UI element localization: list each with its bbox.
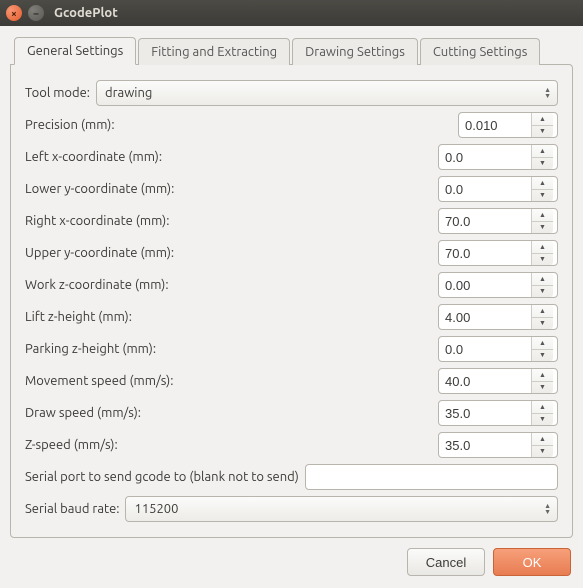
label-lift-z: Lift z-height (mm): — [25, 310, 132, 324]
cancel-label: Cancel — [426, 555, 466, 570]
chevron-updown-icon: ▲▼ — [544, 87, 551, 99]
spin-up-icon[interactable]: ▲ — [532, 241, 553, 254]
move-speed-spinner[interactable]: ▲▼ — [438, 368, 558, 394]
spin-up-icon[interactable]: ▲ — [532, 113, 553, 126]
spin-up-icon[interactable]: ▲ — [532, 273, 553, 286]
ok-button[interactable]: OK — [493, 548, 571, 576]
spin-down-icon[interactable]: ▼ — [532, 190, 553, 202]
row-draw-speed: Draw speed (mm/s): ▲▼ — [25, 397, 558, 429]
z-speed-input[interactable] — [439, 433, 531, 457]
spin-down-icon[interactable]: ▼ — [532, 318, 553, 330]
label-parking-z: Parking z-height (mm): — [25, 342, 156, 356]
spin-up-icon[interactable]: ▲ — [532, 337, 553, 350]
upper-y-spinner[interactable]: ▲▼ — [438, 240, 558, 266]
label-lower-y: Lower y-coordinate (mm): — [25, 182, 174, 196]
lower-y-input[interactable] — [439, 177, 531, 201]
label-work-z: Work z-coordinate (mm): — [25, 278, 169, 292]
lift-z-input[interactable] — [439, 305, 531, 329]
label-serial-port: Serial port to send gcode to (blank not … — [25, 470, 299, 484]
label-baud-rate: Serial baud rate: — [25, 502, 119, 516]
label-draw-speed: Draw speed (mm/s): — [25, 406, 141, 420]
tab-panel-general: Tool mode: drawing ▲▼ Precision (mm): ▲▼… — [10, 64, 573, 538]
row-z-speed: Z-speed (mm/s): ▲▼ — [25, 429, 558, 461]
tab-general-settings[interactable]: General Settings — [14, 37, 136, 65]
minimize-icon[interactable]: – — [28, 5, 44, 21]
label-tool-mode: Tool mode: — [25, 86, 90, 100]
work-z-input[interactable] — [439, 273, 531, 297]
work-z-spinner[interactable]: ▲▼ — [438, 272, 558, 298]
row-left-x: Left x-coordinate (mm): ▲▼ — [25, 141, 558, 173]
spin-down-icon[interactable]: ▼ — [532, 158, 553, 170]
baud-rate-value: 115200 — [134, 502, 178, 516]
label-upper-y: Upper y-coordinate (mm): — [25, 246, 174, 260]
lift-z-spinner[interactable]: ▲▼ — [438, 304, 558, 330]
baud-rate-dropdown[interactable]: 115200 ▲▼ — [125, 496, 558, 522]
spin-down-icon[interactable]: ▼ — [532, 254, 553, 266]
spin-up-icon[interactable]: ▲ — [532, 369, 553, 382]
tab-fitting-extracting[interactable]: Fitting and Extracting — [138, 38, 290, 65]
tab-label: Drawing Settings — [305, 45, 405, 59]
right-x-input[interactable] — [439, 209, 531, 233]
row-right-x: Right x-coordinate (mm): ▲▼ — [25, 205, 558, 237]
label-precision: Precision (mm): — [25, 118, 115, 132]
left-x-input[interactable] — [439, 145, 531, 169]
row-parking-z: Parking z-height (mm): ▲▼ — [25, 333, 558, 365]
label-left-x: Left x-coordinate (mm): — [25, 150, 162, 164]
ok-label: OK — [523, 555, 542, 570]
tab-label: General Settings — [27, 44, 123, 58]
close-icon[interactable]: × — [6, 5, 22, 21]
spin-down-icon[interactable]: ▼ — [532, 382, 553, 394]
tab-drawing-settings[interactable]: Drawing Settings — [292, 38, 418, 65]
spin-down-icon[interactable]: ▼ — [532, 350, 553, 362]
chevron-updown-icon: ▲▼ — [544, 503, 551, 515]
lower-y-spinner[interactable]: ▲▼ — [438, 176, 558, 202]
spin-down-icon[interactable]: ▼ — [532, 414, 553, 426]
spin-down-icon[interactable]: ▼ — [532, 222, 553, 234]
tab-strip: General Settings Fitting and Extracting … — [14, 36, 573, 64]
row-serial-port: Serial port to send gcode to (blank not … — [25, 461, 558, 493]
cancel-button[interactable]: Cancel — [407, 548, 485, 576]
upper-y-input[interactable] — [439, 241, 531, 265]
spin-up-icon[interactable]: ▲ — [532, 401, 553, 414]
row-lift-z: Lift z-height (mm): ▲▼ — [25, 301, 558, 333]
row-precision: Precision (mm): ▲▼ — [25, 109, 558, 141]
left-x-spinner[interactable]: ▲▼ — [438, 144, 558, 170]
tab-label: Fitting and Extracting — [151, 45, 277, 59]
dialog-footer: Cancel OK — [10, 538, 573, 576]
tab-label: Cutting Settings — [433, 45, 527, 59]
serial-port-input[interactable] — [305, 464, 558, 490]
spin-up-icon[interactable]: ▲ — [532, 209, 553, 222]
parking-z-input[interactable] — [439, 337, 531, 361]
precision-input[interactable] — [459, 113, 531, 137]
tab-cutting-settings[interactable]: Cutting Settings — [420, 38, 540, 65]
draw-speed-input[interactable] — [439, 401, 531, 425]
precision-spinner[interactable]: ▲▼ — [458, 112, 558, 138]
label-right-x: Right x-coordinate (mm): — [25, 214, 169, 228]
spin-up-icon[interactable]: ▲ — [532, 305, 553, 318]
z-speed-spinner[interactable]: ▲▼ — [438, 432, 558, 458]
row-baud-rate: Serial baud rate: 115200 ▲▼ — [25, 493, 558, 525]
row-upper-y: Upper y-coordinate (mm): ▲▼ — [25, 237, 558, 269]
row-work-z: Work z-coordinate (mm): ▲▼ — [25, 269, 558, 301]
window-body: General Settings Fitting and Extracting … — [0, 26, 583, 586]
spin-up-icon[interactable]: ▲ — [532, 145, 553, 158]
spin-down-icon[interactable]: ▼ — [532, 286, 553, 298]
row-tool-mode: Tool mode: drawing ▲▼ — [25, 77, 558, 109]
right-x-spinner[interactable]: ▲▼ — [438, 208, 558, 234]
draw-speed-spinner[interactable]: ▲▼ — [438, 400, 558, 426]
spin-down-icon[interactable]: ▼ — [532, 126, 553, 138]
label-move-speed: Movement speed (mm/s): — [25, 374, 173, 388]
parking-z-spinner[interactable]: ▲▼ — [438, 336, 558, 362]
titlebar: × – GcodePlot — [0, 0, 583, 26]
spin-up-icon[interactable]: ▲ — [532, 433, 553, 446]
row-lower-y: Lower y-coordinate (mm): ▲▼ — [25, 173, 558, 205]
window-title: GcodePlot — [54, 6, 118, 20]
spin-down-icon[interactable]: ▼ — [532, 446, 553, 458]
tool-mode-value: drawing — [105, 86, 152, 100]
move-speed-input[interactable] — [439, 369, 531, 393]
tool-mode-dropdown[interactable]: drawing ▲▼ — [96, 80, 558, 106]
label-z-speed: Z-speed (mm/s): — [25, 438, 118, 452]
row-move-speed: Movement speed (mm/s): ▲▼ — [25, 365, 558, 397]
spin-up-icon[interactable]: ▲ — [532, 177, 553, 190]
